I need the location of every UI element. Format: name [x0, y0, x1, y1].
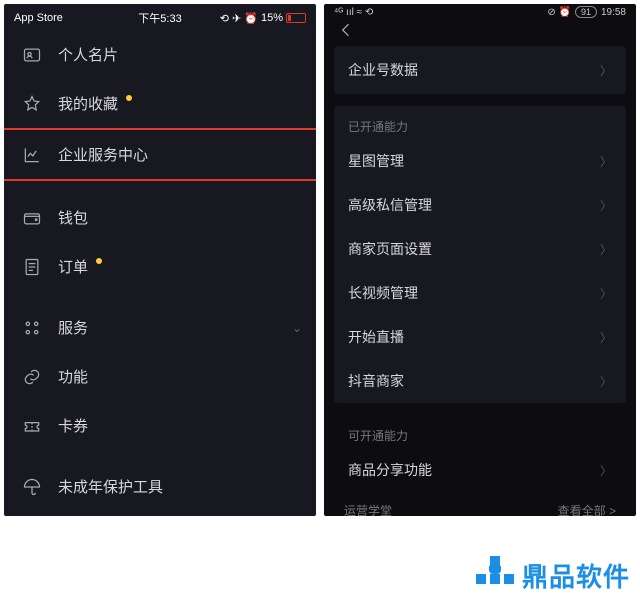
battery-icon — [286, 13, 306, 23]
notification-dot — [96, 258, 102, 264]
available-section-title: 可开通能力 — [334, 415, 626, 448]
chevron-left-icon — [336, 20, 356, 40]
menu-item-chart[interactable]: 企业服务中心 — [4, 128, 316, 181]
card-icon — [22, 45, 42, 65]
capability-row[interactable]: 高级私信管理〉 — [334, 183, 626, 227]
capability-row[interactable]: 星图管理〉 — [334, 139, 626, 183]
chevron-right-icon: 〉 — [600, 62, 612, 79]
menu-item-wallet[interactable]: 钱包 — [4, 193, 316, 242]
chevron-right-icon: 〉 — [600, 285, 612, 302]
status-bar-right: ⁴ᴳ ııl ≈ ⟲ ⊘ ⏰9119:58 — [324, 4, 636, 20]
capability-row[interactable]: 长视频管理〉 — [334, 271, 626, 315]
enterprise-data-row[interactable]: 企业号数据〉 — [334, 46, 626, 94]
academy-label: 运营学堂 — [344, 502, 392, 516]
view-all-link[interactable]: 查看全部 > — [558, 502, 616, 516]
ticket-icon — [22, 416, 42, 436]
chart-icon — [22, 145, 42, 165]
chevron-right-icon: 〉 — [600, 241, 612, 258]
menu-item-ticket[interactable]: 卡券 — [4, 401, 316, 450]
wallet-icon — [22, 208, 42, 228]
menu-label: 功能 — [58, 366, 88, 387]
menu-item-grid[interactable]: 服务 ⌄ — [4, 303, 316, 352]
chevron-right-icon: 〉 — [600, 153, 612, 170]
watermark: 鼎品软件 — [476, 556, 630, 594]
menu-label: 个人名片 — [58, 44, 118, 65]
capability-row[interactable]: 抖音商家〉 — [334, 359, 626, 403]
chevron-right-icon: 〉 — [600, 462, 612, 479]
status-bar-left: App Store 下午5:33 ⟲ ✈ ⏰15% — [8, 8, 312, 28]
capability-row[interactable]: 开始直播〉 — [334, 315, 626, 359]
menu-item-gear[interactable]: 设置 — [4, 511, 316, 516]
menu-label: 我的收藏 — [58, 93, 118, 114]
side-menu: 个人名片我的收藏企业服务中心钱包订单服务 ⌄ 功能卡券未成年保护工具设置 — [4, 4, 316, 516]
capability-row[interactable]: 商家页面设置〉 — [334, 227, 626, 271]
menu-item-card[interactable]: 个人名片 — [4, 30, 316, 79]
notification-dot — [126, 95, 132, 101]
menu-item-umbrella[interactable]: 未成年保护工具 — [4, 462, 316, 511]
watermark-logo-icon — [476, 556, 514, 594]
chevron-right-icon: 〉 — [600, 197, 612, 214]
chevron-right-icon: 〉 — [600, 329, 612, 346]
chevron-right-icon: 〉 — [600, 373, 612, 390]
order-icon — [22, 257, 42, 277]
menu-label: 卡券 — [58, 415, 88, 436]
enabled-section-title: 已开通能力 — [334, 106, 626, 139]
menu-label: 未成年保护工具 — [58, 476, 163, 497]
link-icon — [22, 367, 42, 387]
menu-label: 服务 — [58, 317, 88, 338]
grid-icon — [22, 318, 42, 338]
back-button[interactable] — [324, 20, 636, 40]
star-icon — [22, 94, 42, 114]
capability-row[interactable]: 商品分享功能〉 — [334, 448, 626, 492]
chevron-down-icon: ⌄ — [292, 321, 302, 335]
menu-label: 钱包 — [58, 207, 88, 228]
menu-item-star[interactable]: 我的收藏 — [4, 79, 316, 128]
umbrella-icon — [22, 477, 42, 497]
menu-label: 订单 — [58, 256, 88, 277]
menu-item-link[interactable]: 功能 — [4, 352, 316, 401]
menu-label: 企业服务中心 — [58, 144, 148, 165]
menu-item-order[interactable]: 订单 — [4, 242, 316, 291]
